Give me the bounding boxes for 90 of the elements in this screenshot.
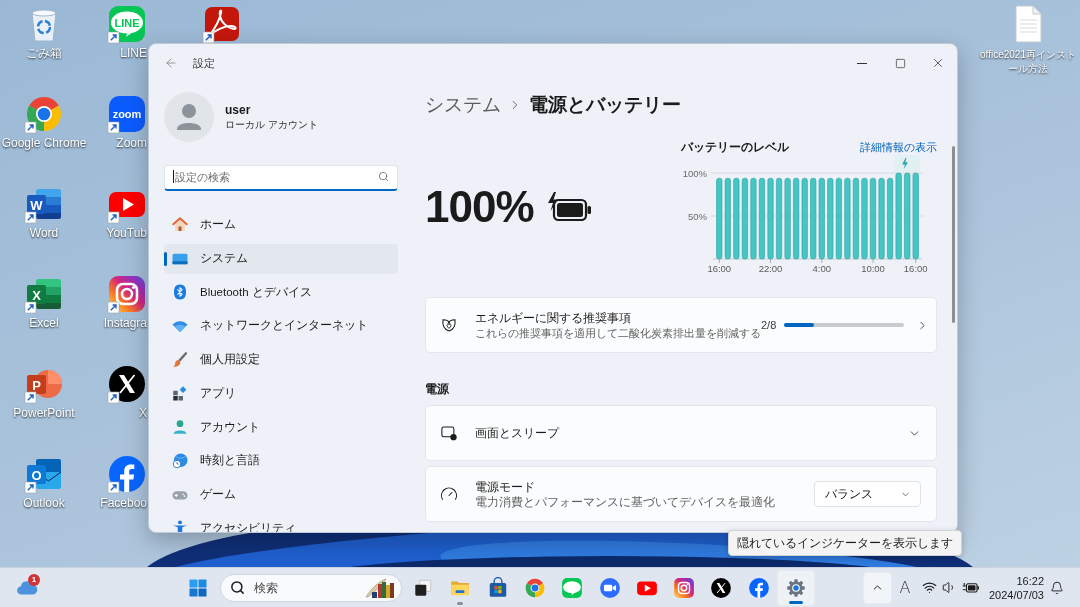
nav-item[interactable]: ホーム [164, 210, 398, 240]
facebook-icon [747, 576, 770, 599]
zoom-app-icon[interactable]: zoom [107, 94, 147, 134]
lightning-icon [902, 158, 909, 169]
shortcut-label: Faceboo [99, 496, 147, 510]
minimize-icon [857, 62, 867, 64]
globe-clock-icon [171, 451, 189, 470]
maximize-icon [894, 57, 906, 69]
scrollbar-thumb[interactable] [952, 146, 955, 323]
shortcut-label: ごみ箱 [26, 46, 62, 60]
x-axis-label: 10:00 [861, 263, 885, 274]
section-heading: 電源 [425, 381, 449, 398]
taskbar-search-field[interactable]: 検索 [220, 573, 402, 602]
x-logo-icon[interactable] [107, 364, 147, 404]
nav-item[interactable]: システム [164, 243, 398, 274]
account-name: user [225, 103, 252, 118]
input-indicator-button[interactable]: A [894, 571, 916, 604]
nav-item[interactable]: ネットワークとインターネット [164, 311, 398, 342]
window-title: 設定 [193, 55, 215, 71]
instagram-icon[interactable] [107, 274, 147, 314]
nav-item[interactable]: 個人用設定 [164, 344, 398, 375]
notification-badge: 1 [28, 573, 40, 586]
x-axis-label: 4:00 [812, 263, 831, 274]
nav-item[interactable]: アプリ [164, 378, 398, 409]
y-axis-label: 100% [682, 167, 707, 179]
screen-sleep-icon [440, 424, 458, 442]
card-title: エネルギーに関する推奨事項 [475, 310, 632, 326]
chrome-icon [523, 576, 546, 599]
zoom-app-icon [598, 576, 621, 599]
shortcut-label: Excel [29, 316, 59, 330]
account-type: ローカル アカウント [225, 118, 318, 131]
nav-item[interactable]: Bluetooth とデバイス [164, 277, 398, 308]
nav-item[interactable]: 時刻と言語 [164, 445, 398, 476]
accessibility-icon [171, 519, 189, 532]
bell-icon [1050, 580, 1064, 595]
chrome-icon[interactable] [24, 94, 64, 134]
battery-percentage: 100% [425, 185, 534, 229]
x-axis-label: 16:00 [903, 263, 928, 274]
wifi-icon [922, 580, 937, 595]
shortcut-label: PowerPoint [13, 406, 75, 420]
clock-button[interactable]: 16:22 2024/07/03 [988, 573, 1044, 602]
back-arrow-icon [164, 56, 178, 70]
screen-sleep-row[interactable]: 画面とスリープ [425, 405, 937, 461]
row-subtitle: 電力消費とパフォーマンスに基づいてデバイスを最適化 [475, 494, 775, 510]
shortcut-label: Instagra [102, 316, 147, 330]
x-logo-icon [710, 576, 733, 599]
facebook-icon[interactable] [107, 454, 147, 494]
instagram-icon [673, 576, 696, 599]
close-icon [931, 56, 945, 70]
breadcrumb-link[interactable]: システム [425, 90, 501, 120]
start-icon [188, 577, 208, 598]
row-title: 画面とスリープ [475, 425, 559, 442]
row-title: 電源モード [475, 478, 536, 495]
energy-recommendations-card[interactable]: エネルギーに関する推奨事項 これらの推奨事項を適用して二酸化炭素排出量を削減する 2/8 [425, 297, 937, 353]
bluetooth-icon [171, 283, 189, 302]
pdf-icon[interactable] [202, 4, 242, 44]
file-label: office2021再インストール方法 [979, 48, 1077, 76]
avatar-icon[interactable] [164, 92, 214, 142]
widgets-button[interactable]: 1 [13, 573, 41, 602]
card-subtitle: これらの推奨事項を適用して二酸化炭素排出量を削減する [475, 327, 761, 340]
y-axis-label: 50% [688, 210, 707, 222]
settings-icon [785, 576, 807, 599]
person-icon [171, 418, 189, 437]
nav-item[interactable]: ゲーム [164, 479, 398, 510]
shortcut-label: Word [29, 226, 59, 240]
shortcut-label: Zoom [115, 136, 147, 150]
nav-item[interactable]: アカウント [164, 412, 398, 443]
shortcut-label: Google Chrome [1, 136, 87, 150]
leaf-heart-icon [440, 316, 458, 334]
paintbrush-icon [171, 350, 189, 369]
apps-icon [171, 384, 189, 403]
x-axis-label: 16:00 [707, 263, 732, 274]
search-icon [230, 580, 245, 595]
gauge-icon [440, 485, 458, 503]
battery-plugged-icon [962, 580, 980, 595]
search-icon [378, 171, 389, 182]
progress-count: 2/8 [761, 317, 777, 331]
page-title: 電源とバッテリー [529, 92, 681, 117]
chart-title: バッテリーのレベル [681, 139, 789, 156]
tooltip: 隠れているインジケーターを表示します [728, 530, 962, 556]
shortcut-label: LINE [119, 46, 147, 60]
x-axis-label: 22:00 [758, 263, 783, 274]
line-app-icon [561, 576, 584, 599]
shortcut-label: X [138, 406, 147, 420]
power-mode-dropdown[interactable]: バランス [814, 481, 921, 507]
search-field[interactable]: 設定の検索 [164, 164, 398, 191]
shortcut-label: YouTub [105, 226, 147, 240]
home-icon [171, 216, 189, 234]
shortcut-label: Outlook [23, 496, 65, 510]
details-link[interactable]: 詳細情報の表示 [860, 138, 937, 156]
